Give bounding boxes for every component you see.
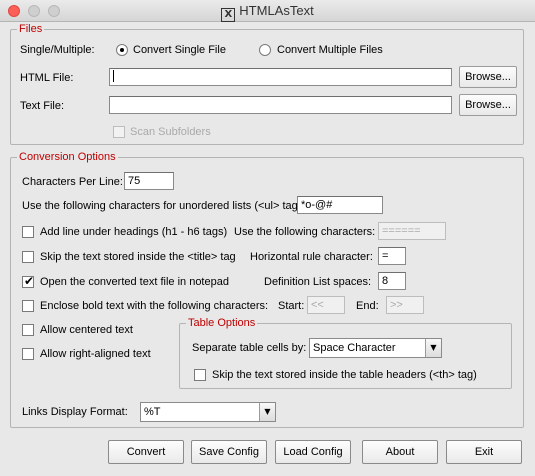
dl-spaces-label: Definition List spaces: <box>264 276 371 288</box>
radio-selected-dot <box>120 48 124 52</box>
bold-end-input[interactable]: >> <box>386 296 424 314</box>
add-line-checkbox[interactable] <box>22 226 34 238</box>
enclose-bold-label[interactable]: Enclose bold text with the following cha… <box>40 299 268 313</box>
conversion-legend: Conversion Options <box>17 151 118 163</box>
files-legend: Files <box>17 23 45 35</box>
chars-per-line-label: Characters Per Line: <box>22 176 123 188</box>
add-line-label[interactable]: Add line under headings (h1 - h6 tags) <box>40 225 227 239</box>
enclose-bold-checkbox[interactable] <box>22 300 34 312</box>
title-bar: X HTMLAsText <box>0 0 535 22</box>
heading-chars-input[interactable]: ====== <box>378 222 446 240</box>
mode-label: Single/Multiple: <box>20 44 95 56</box>
separate-cells-value: Space Character <box>313 342 396 354</box>
load-config-button[interactable]: Load Config <box>275 440 351 464</box>
single-file-label[interactable]: Convert Single File <box>133 43 226 57</box>
dropdown-arrow-icon: ▼ <box>259 403 275 421</box>
table-options-legend: Table Options <box>186 317 258 329</box>
start-label: Start: <box>278 300 305 312</box>
scan-subfolders-label: Scan Subfolders <box>130 126 211 138</box>
text-browse-button[interactable]: Browse... <box>459 94 517 116</box>
open-notepad-label[interactable]: Open the converted text file in notepad <box>40 275 229 289</box>
centered-text-label[interactable]: Allow centered text <box>40 323 133 337</box>
right-aligned-label[interactable]: Allow right-aligned text <box>40 347 151 361</box>
hr-char-label: Horizontal rule character: <box>250 251 373 263</box>
text-cursor <box>113 70 114 82</box>
multiple-files-label[interactable]: Convert Multiple Files <box>277 43 383 57</box>
text-file-input[interactable] <box>109 96 452 114</box>
files-group: Files Single/Multiple: Convert Single Fi… <box>10 23 524 145</box>
centered-text-checkbox[interactable] <box>22 324 34 336</box>
skip-th-label[interactable]: Skip the text stored inside the table he… <box>212 368 477 382</box>
use-chars-label: Use the following characters: <box>234 226 376 238</box>
table-options-group: Table Options Separate table cells by: S… <box>179 317 512 389</box>
app-icon: X <box>221 8 236 22</box>
separate-cells-label: Separate table cells by: <box>192 342 307 354</box>
window-title: HTMLAsText <box>239 3 314 18</box>
skip-th-checkbox[interactable] <box>194 369 206 381</box>
skip-title-checkbox[interactable] <box>22 251 34 263</box>
checkmark-icon: ✔ <box>24 274 35 288</box>
open-notepad-checkbox[interactable]: ✔ <box>22 274 35 288</box>
conversion-options-group: Conversion Options Characters Per Line: … <box>10 151 524 428</box>
html-browse-button[interactable]: Browse... <box>459 66 517 88</box>
dropdown-arrow-icon: ▼ <box>425 339 441 357</box>
html-file-input[interactable] <box>109 68 452 86</box>
convert-button[interactable]: Convert <box>108 440 184 464</box>
chars-per-line-input[interactable]: 75 <box>124 172 174 190</box>
right-aligned-checkbox[interactable] <box>22 348 34 360</box>
text-file-label: Text File: <box>20 100 65 112</box>
skip-title-label[interactable]: Skip the text stored inside the <title> … <box>40 250 236 264</box>
links-format-value: %T <box>144 406 161 418</box>
html-file-label: HTML File: <box>20 72 74 84</box>
ul-chars-label: Use the following characters for unorder… <box>22 200 305 212</box>
dl-spaces-input[interactable]: 8 <box>378 272 406 290</box>
about-button[interactable]: About <box>362 440 438 464</box>
links-format-select[interactable]: %T ▼ <box>140 402 276 422</box>
app-window: X HTMLAsText Files Single/Multiple: Conve… <box>0 0 535 476</box>
multiple-files-radio[interactable] <box>259 44 271 56</box>
exit-button[interactable]: Exit <box>446 440 522 464</box>
links-format-label: Links Display Format: <box>22 406 128 418</box>
scan-subfolders-checkbox[interactable] <box>113 126 125 138</box>
ul-chars-input[interactable]: *o-@# <box>297 196 383 214</box>
hr-char-input[interactable]: = <box>378 247 406 265</box>
save-config-button[interactable]: Save Config <box>191 440 267 464</box>
separate-cells-select[interactable]: Space Character ▼ <box>309 338 442 358</box>
window-title-area: X HTMLAsText <box>0 3 535 22</box>
end-label: End: <box>356 300 379 312</box>
single-file-radio[interactable] <box>116 44 128 56</box>
bold-start-input[interactable]: << <box>307 296 345 314</box>
